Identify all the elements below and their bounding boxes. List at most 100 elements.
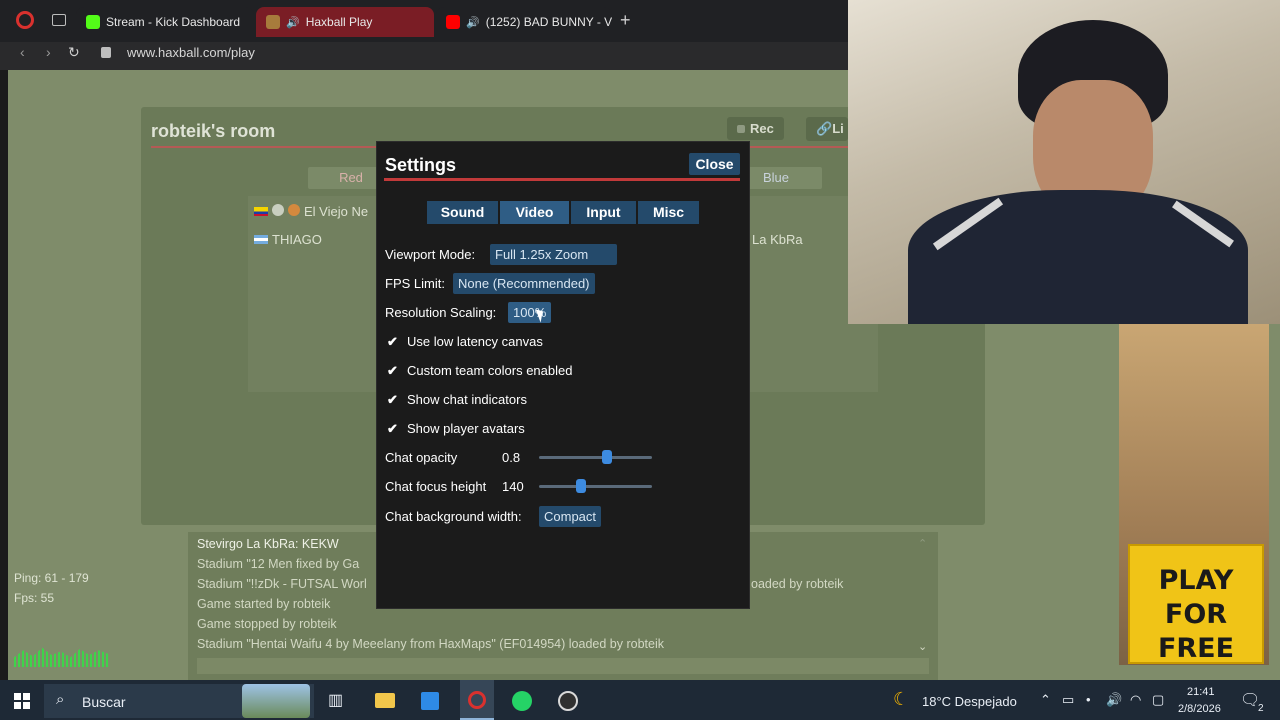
new-tab-button[interactable]: +: [620, 10, 631, 31]
chat-opacity-thumb[interactable]: [601, 450, 612, 464]
volume-icon[interactable]: 🔊: [1106, 692, 1122, 708]
kick-icon: [86, 15, 100, 29]
tab-sound[interactable]: Sound: [427, 201, 498, 224]
notification-count: 2: [1258, 703, 1264, 714]
ping-readout: Ping: 61 - 179: [14, 571, 89, 585]
player-name: THIAGO: [272, 232, 322, 247]
search-highlight-icon: [242, 684, 310, 718]
task-view-icon[interactable]: ▥: [328, 690, 343, 710]
clock-date[interactable]: 2/8/2026: [1178, 703, 1221, 715]
tray-chevron-icon[interactable]: ⌃: [1040, 692, 1051, 708]
lock-icon: [101, 47, 111, 58]
display-icon[interactable]: ▢: [1152, 692, 1164, 708]
viewport-mode-select[interactable]: Full 1.25x Zoom: [490, 244, 617, 265]
chat-bg-width-label: Chat background width:: [385, 509, 522, 524]
link-button[interactable]: 🔗Li: [806, 117, 848, 141]
obs-icon[interactable]: [558, 691, 578, 711]
speaker-icon: 🔊: [286, 16, 300, 29]
tab-label: Haxball Play: [305, 15, 373, 29]
chat-line: Game stopped by robteik: [197, 617, 337, 631]
chat-focus-height-value: 140: [502, 479, 524, 494]
checkmark-icon: ✔: [387, 421, 398, 436]
windows-start-icon[interactable]: [14, 693, 30, 709]
flag-icon: [254, 207, 268, 216]
avatar-dot-icon: [288, 204, 300, 216]
chat-line: Game started by robteik: [197, 597, 331, 611]
chat-line: Stadium "Hentai Waifu 4 by Meeelany from…: [197, 637, 664, 651]
tab-kick-dashboard[interactable]: Stream - Kick Dashboard: [76, 7, 254, 37]
resolution-scaling-label: Resolution Scaling:: [385, 305, 497, 320]
tab-misc[interactable]: Misc: [638, 201, 699, 224]
record-dot-icon: [737, 125, 745, 133]
taskbar-search-input[interactable]: Buscar: [82, 694, 126, 710]
chat-line: Stevirgo La KbRa: KEKW: [197, 537, 339, 551]
tab-haxball-play[interactable]: 🔊 Haxball Play: [256, 7, 434, 37]
player-name: El Viejo Ne: [304, 204, 369, 219]
room-title: robteik's room: [151, 121, 276, 141]
link-icon: 🔗: [816, 121, 833, 136]
player-el-viejo[interactable]: El Viejo Ne: [254, 204, 368, 219]
chat-scroll-up-icon[interactable]: ⌃: [918, 537, 927, 550]
weather-text[interactable]: 18°C Despejado: [922, 694, 1017, 709]
webcam-person: [888, 20, 1248, 324]
opera-logo-icon[interactable]: [16, 11, 34, 29]
status-dot-icon: [272, 204, 284, 216]
tab-input[interactable]: Input: [571, 201, 636, 224]
hoodie: [908, 190, 1248, 324]
checkbox-label: Show player avatars: [407, 421, 525, 436]
ad-text-line2: FOR FREE: [1157, 599, 1235, 664]
chat-opacity-label: Chat opacity: [385, 450, 458, 465]
chat-bg-width-select[interactable]: Compact: [539, 506, 602, 527]
reload-icon[interactable]: ↻: [68, 44, 80, 61]
chat-focus-height-thumb[interactable]: [575, 479, 586, 493]
team-colors-checkbox[interactable]: ✔ Custom team colors enabled: [387, 363, 572, 379]
settings-title: Settings: [385, 155, 457, 175]
file-explorer-icon[interactable]: [375, 693, 395, 708]
player-avatars-checkbox[interactable]: ✔ Show player avatars: [387, 421, 525, 437]
low-latency-checkbox[interactable]: ✔ Use low latency canvas: [387, 334, 543, 350]
ad-text-line1: PLAY: [1158, 565, 1234, 596]
tab-label: (1252) BAD BUNNY - V: [485, 15, 612, 29]
checkmark-icon: ✔: [387, 392, 398, 407]
tab-label: Stream - Kick Dashboard: [106, 15, 241, 29]
close-button[interactable]: Close: [689, 153, 740, 175]
chat-opacity-slider[interactable]: [539, 456, 652, 459]
rec-button[interactable]: Rec: [727, 117, 784, 140]
clock-time[interactable]: 21:41: [1187, 686, 1215, 698]
fps-limit-label: FPS Limit:: [385, 276, 445, 291]
chat-line: Stadium "!!zDk - FUTSAL Worl: [197, 577, 367, 591]
settings-title-divider: [384, 178, 740, 181]
chat-focus-height-slider[interactable]: [539, 485, 652, 488]
chat-indicators-checkbox[interactable]: ✔ Show chat indicators: [387, 392, 527, 408]
store-icon[interactable]: [421, 692, 439, 710]
fps-limit-select[interactable]: None (Recommended): [453, 273, 595, 294]
player-thiago[interactable]: THIAGO: [254, 232, 322, 247]
battery-icon[interactable]: ▭: [1062, 692, 1074, 708]
tab-video[interactable]: Video: [500, 201, 569, 224]
wifi-icon[interactable]: ◠: [1130, 692, 1141, 708]
chat-opacity-value: 0.8: [502, 450, 521, 465]
rec-label: Rec: [750, 121, 774, 136]
whatsapp-icon[interactable]: [512, 691, 532, 711]
tab-youtube[interactable]: 🔊 (1252) BAD BUNNY - V: [436, 7, 612, 37]
microphone-icon[interactable]: •: [1086, 692, 1091, 707]
url-field[interactable]: www.haxball.com/play: [127, 45, 255, 60]
play-for-free-ad[interactable]: PLAY FOR FREE: [1128, 544, 1264, 664]
flag-icon: [254, 235, 268, 244]
chat-input[interactable]: [197, 658, 929, 674]
viewport-mode-label: Viewport Mode:: [385, 247, 476, 262]
workspaces-icon[interactable]: [52, 14, 66, 26]
checkbox-label: Show chat indicators: [407, 392, 527, 407]
chat-line: Stadium "12 Men fixed by Ga: [197, 557, 360, 571]
back-icon[interactable]: ‹: [20, 44, 25, 60]
forward-icon[interactable]: ›: [46, 44, 51, 60]
chat-scroll-down-icon[interactable]: ⌄: [918, 640, 927, 653]
opera-logo-icon: [468, 691, 486, 709]
weather-moon-icon: ☾: [893, 689, 910, 709]
player-la-kbra[interactable]: La KbRa: [752, 232, 803, 247]
checkbox-label: Use low latency canvas: [407, 334, 543, 349]
speaker-icon: 🔊: [466, 16, 480, 29]
checkmark-icon: ✔: [387, 334, 398, 349]
search-icon: ⌕: [56, 691, 65, 708]
checkbox-label: Custom team colors enabled: [407, 363, 573, 378]
